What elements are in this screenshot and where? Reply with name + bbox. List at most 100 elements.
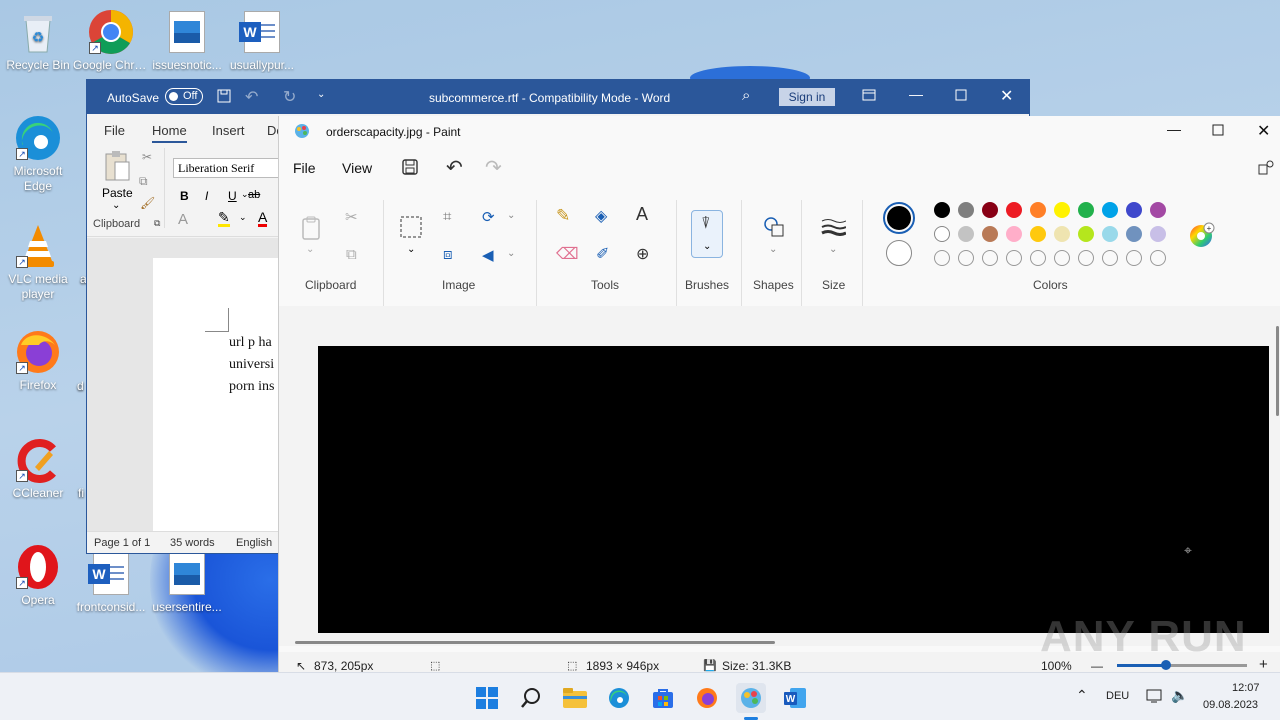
- desktop-icon-usuallypur[interactable]: W usuallypur...: [224, 8, 300, 73]
- eraser-icon[interactable]: ⌫: [556, 244, 579, 264]
- tab-home[interactable]: Home: [152, 123, 187, 143]
- rotate-icon[interactable]: ⟳: [482, 208, 495, 226]
- palette-swatch[interactable]: [1030, 250, 1046, 266]
- palette-swatch[interactable]: [934, 202, 950, 218]
- highlight-icon[interactable]: ✎: [218, 210, 230, 227]
- network-icon[interactable]: [1146, 689, 1162, 703]
- paste-icon[interactable]: [301, 216, 321, 240]
- store-icon[interactable]: [648, 683, 678, 713]
- horizontal-scrollbar[interactable]: [295, 641, 775, 644]
- font-color-button[interactable]: A: [258, 210, 268, 227]
- palette-swatch[interactable]: [958, 250, 974, 266]
- autosave-toggle[interactable]: Off: [165, 88, 203, 105]
- palette-swatch[interactable]: [1078, 226, 1094, 242]
- crop-icon[interactable]: ⌗: [443, 208, 451, 225]
- palette-swatch[interactable]: [934, 226, 950, 242]
- desktop-icon-opera[interactable]: ↗ Opera: [0, 543, 76, 608]
- palette-swatch[interactable]: [1102, 250, 1118, 266]
- palette-swatch[interactable]: [1006, 250, 1022, 266]
- save-icon[interactable]: [217, 89, 231, 106]
- maximize-icon[interactable]: [955, 89, 967, 104]
- edit-colors-icon[interactable]: +: [1189, 222, 1215, 248]
- palette-swatch[interactable]: [1054, 202, 1070, 218]
- palette-swatch[interactable]: [1078, 250, 1094, 266]
- shapes-dropdown-icon[interactable]: ⌄: [769, 244, 777, 255]
- chevron-up-icon[interactable]: ⌃: [1076, 687, 1088, 704]
- rotate-dropdown-icon[interactable]: ⌄: [507, 210, 515, 221]
- pencil-icon[interactable]: ✎: [556, 206, 570, 226]
- desktop-icon-edge[interactable]: ↗ Microsoft Edge: [0, 114, 76, 194]
- menu-file[interactable]: File: [293, 160, 316, 176]
- palette-swatch[interactable]: [958, 226, 974, 242]
- flip-dropdown-icon[interactable]: ⌄: [507, 248, 515, 259]
- minimize-icon[interactable]: —: [909, 86, 923, 102]
- ribbon-display-icon[interactable]: [862, 89, 876, 104]
- copy-icon[interactable]: ⧉: [139, 174, 148, 189]
- brushes-button[interactable]: ⍒ ⌄: [691, 210, 723, 258]
- undo-icon[interactable]: ↶: [245, 87, 258, 107]
- word-count[interactable]: 35 words: [170, 537, 215, 549]
- desktop-icon-firefox[interactable]: ↗ Firefox: [0, 328, 76, 393]
- clock-date[interactable]: 09.08.2023: [1203, 699, 1258, 711]
- paint-window[interactable]: orderscapacity.jpg - Paint — ✕ File View…: [278, 116, 1280, 678]
- maximize-icon[interactable]: [1212, 124, 1224, 136]
- desktop-icon-chrome[interactable]: ↗ Google Chrome: [73, 8, 149, 73]
- zoom-slider[interactable]: [1117, 660, 1247, 670]
- desktop-icon-vlc[interactable]: ↗ VLC media player: [0, 222, 76, 302]
- size-icon[interactable]: [820, 218, 846, 236]
- start-icon[interactable]: [472, 683, 502, 713]
- palette-swatch[interactable]: [1150, 202, 1166, 218]
- size-dropdown-icon[interactable]: ⌄: [829, 244, 837, 255]
- palette-swatch[interactable]: [1054, 250, 1070, 266]
- cut-icon[interactable]: ✂: [345, 208, 358, 226]
- dialog-launcher-icon[interactable]: ⧉: [154, 218, 160, 229]
- palette-swatch[interactable]: [1150, 226, 1166, 242]
- tab-insert[interactable]: Insert: [212, 123, 245, 138]
- redo-icon[interactable]: ↷: [485, 155, 502, 180]
- paint-icon[interactable]: [736, 683, 766, 713]
- zoom-in-icon[interactable]: +: [1259, 656, 1268, 673]
- close-icon[interactable]: ✕: [1257, 121, 1270, 141]
- text-tool-icon[interactable]: A: [636, 204, 648, 225]
- desktop-icon-usersentire[interactable]: usersentire...: [149, 550, 225, 615]
- highlight-dropdown-icon[interactable]: ⌄: [239, 212, 247, 223]
- search-icon[interactable]: ⌕: [742, 87, 750, 104]
- fill-icon[interactable]: ◈: [595, 206, 607, 226]
- settings-icon[interactable]: [1257, 158, 1275, 176]
- page-count[interactable]: Page 1 of 1: [94, 537, 150, 549]
- clock-time[interactable]: 12:07: [1232, 682, 1260, 694]
- drawing-canvas[interactable]: [318, 346, 1269, 633]
- vertical-scrollbar[interactable]: [1276, 326, 1279, 416]
- palette-swatch[interactable]: [934, 250, 950, 266]
- bold-button[interactable]: B: [180, 189, 189, 203]
- text-effects-button[interactable]: A: [178, 211, 188, 228]
- undo-icon[interactable]: ↶: [446, 155, 463, 180]
- paste-dropdown-icon[interactable]: ⌄: [306, 244, 314, 255]
- desktop-icon-recycle-bin[interactable]: ♻ Recycle Bin: [0, 8, 76, 73]
- flip-icon[interactable]: ◀: [482, 246, 494, 264]
- cut-icon[interactable]: ✂: [142, 150, 152, 164]
- secondary-color-swatch[interactable]: [886, 240, 912, 266]
- palette-swatch[interactable]: [1102, 226, 1118, 242]
- close-icon[interactable]: ✕: [1000, 86, 1013, 106]
- file-explorer-icon[interactable]: [560, 683, 590, 713]
- palette-swatch[interactable]: [1054, 226, 1070, 242]
- desktop-icon-issuesnotic[interactable]: issuesnotic...: [149, 8, 225, 73]
- color-picker-icon[interactable]: ✐: [596, 244, 609, 264]
- palette-swatch[interactable]: [1078, 202, 1094, 218]
- paste-label[interactable]: Paste: [102, 186, 133, 200]
- palette-swatch[interactable]: [1126, 250, 1142, 266]
- search-icon[interactable]: [516, 683, 546, 713]
- underline-button[interactable]: U: [228, 189, 237, 203]
- magnifier-icon[interactable]: ⊕: [636, 244, 649, 264]
- palette-swatch[interactable]: [1006, 202, 1022, 218]
- palette-swatch[interactable]: [1150, 250, 1166, 266]
- palette-swatch[interactable]: [982, 202, 998, 218]
- select-icon[interactable]: [400, 216, 422, 238]
- edge-icon[interactable]: [604, 683, 634, 713]
- volume-icon[interactable]: 🔈: [1171, 687, 1188, 704]
- paste-dropdown-icon[interactable]: ⌄: [112, 200, 120, 211]
- palette-swatch[interactable]: [982, 226, 998, 242]
- palette-swatch[interactable]: [958, 202, 974, 218]
- paste-icon[interactable]: [103, 150, 131, 184]
